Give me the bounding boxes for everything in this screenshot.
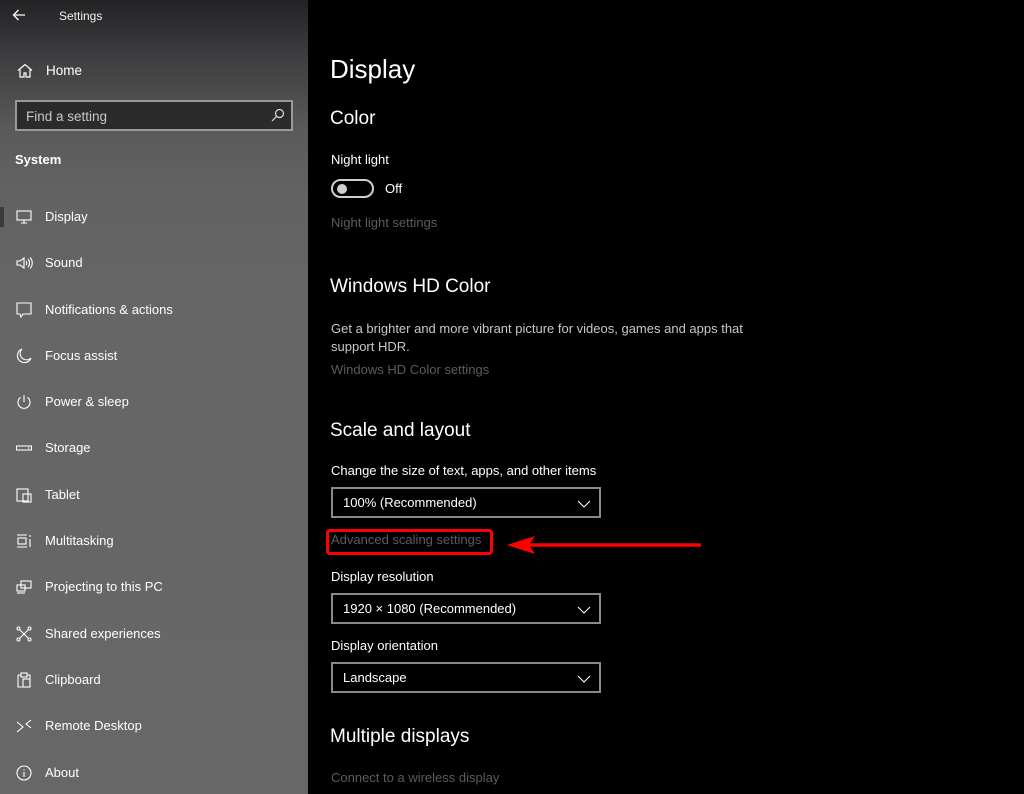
sidebar-item-label: Notifications & actions [45,301,173,317]
section-label-system: System [15,152,62,167]
sidebar-item-label: Sound [45,255,83,271]
sidebar-item-shared-experiences[interactable]: Shared experiences [0,611,308,657]
sidebar-item-label: Projecting to this PC [45,579,163,595]
search-icon[interactable] [271,108,285,122]
sidebar-item-label: Power & sleep [45,394,129,410]
sidebar-item-label: Display [45,209,88,224]
moon-icon [15,347,33,365]
sidebar-item-power-sleep[interactable]: Power & sleep [0,379,308,425]
sidebar-item-label: Remote Desktop [45,718,142,734]
back-button[interactable] [12,6,34,26]
remote-desktop-icon [15,717,33,735]
resolution-value: 1920 × 1080 (Recommended) [343,601,517,616]
sidebar-item-clipboard[interactable]: Clipboard [0,657,308,703]
chevron-down-icon [577,497,591,509]
night-light-label: Night light [331,152,389,167]
sidebar-item-label: Focus assist [45,347,118,363]
projecting-icon [15,578,33,596]
sidebar-item-multitasking[interactable]: Multitasking [0,518,308,564]
annotation-arrow-icon [507,536,701,554]
storage-icon [15,439,33,457]
sidebar-item-about[interactable]: About [0,750,308,794]
notification-icon [15,301,33,319]
power-icon [15,393,33,411]
sidebar-item-tablet[interactable]: Tablet [0,472,308,518]
scale-label: Change the size of text, apps, and other… [331,463,597,478]
multiple-displays-heading: Multiple displays [330,726,470,747]
connect-wireless-display-link[interactable]: Connect to a wireless display [331,770,499,785]
hd-color-description: Get a brighter and more vibrant picture … [331,321,743,354]
search-box[interactable] [15,100,293,131]
sidebar-item-label: Shared experiences [45,625,161,641]
orientation-label: Display orientation [331,638,438,653]
clipboard-icon [15,671,33,689]
sidebar-item-label: Multitasking [45,533,114,549]
scale-value: 100% (Recommended) [343,495,477,510]
page-title: Display [330,54,416,84]
sidebar-nav: Display Sound Notifications & actions Fo… [0,194,308,794]
night-light-settings-link[interactable]: Night light settings [331,215,437,230]
title-bar: Settings [0,0,308,32]
speaker-icon [15,254,33,272]
sidebar-item-notifications[interactable]: Notifications & actions [0,287,308,333]
scale-dropdown[interactable]: 100% (Recommended) [331,487,601,518]
sidebar: Settings Home System Display Sound Notif… [0,0,308,794]
sidebar-item-projecting[interactable]: Projecting to this PC [0,564,308,610]
info-icon [15,764,33,782]
monitor-icon [15,208,33,226]
night-light-state: Off [385,181,403,196]
night-light-toggle[interactable] [331,179,374,198]
resolution-label: Display resolution [331,569,434,584]
sidebar-item-storage[interactable]: Storage [0,425,308,471]
toggle-knob [337,184,347,194]
back-arrow-icon [12,9,26,26]
sidebar-home[interactable]: Home [0,56,308,86]
orientation-value: Landscape [343,670,407,685]
multitasking-icon [15,532,33,550]
sidebar-item-sound[interactable]: Sound [0,240,308,286]
hd-color-settings-link[interactable]: Windows HD Color settings [331,362,489,377]
home-label: Home [46,63,83,78]
chevron-down-icon [577,672,591,684]
sidebar-item-display[interactable]: Display [0,194,308,240]
color-heading: Color [330,108,376,129]
orientation-dropdown[interactable]: Landscape [331,662,601,693]
sidebar-item-remote-desktop[interactable]: Remote Desktop [0,703,308,749]
main-content: Display Color Night light Off Night ligh… [308,0,1024,794]
shared-experiences-icon [15,625,33,643]
hd-color-heading: Windows HD Color [330,276,491,297]
sidebar-item-label: Storage [45,440,91,456]
sidebar-item-focus-assist[interactable]: Focus assist [0,333,308,379]
resolution-dropdown[interactable]: 1920 × 1080 (Recommended) [331,593,601,624]
app-title: Settings [59,9,103,23]
home-icon [16,62,34,80]
sidebar-item-label: Clipboard [45,671,101,687]
scale-layout-heading: Scale and layout [330,420,471,441]
sidebar-item-label: About [45,764,79,780]
chevron-down-icon [577,603,591,615]
annotation-highlight-box [326,529,493,555]
tablet-icon [15,486,33,504]
sidebar-item-label: Tablet [45,486,80,502]
search-input[interactable] [26,107,256,125]
